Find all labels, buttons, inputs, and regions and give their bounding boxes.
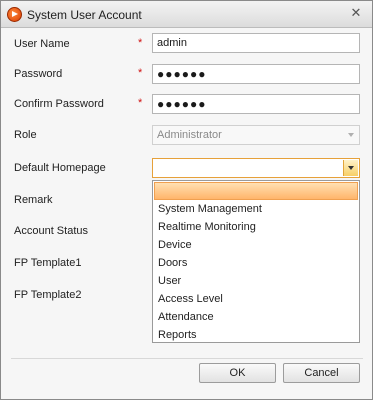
account-status-label: Account Status: [14, 225, 88, 237]
default-homepage-label: Default Homepage: [14, 162, 106, 174]
user-name-label: User Name: [14, 38, 70, 50]
user-name-required-mark: *: [138, 37, 143, 49]
chevron-down-icon: [348, 133, 354, 137]
dropdown-arrow-icon[interactable]: [343, 160, 358, 176]
remark-label: Remark: [14, 194, 53, 206]
dropdown-option-access-level[interactable]: Access Level: [154, 290, 358, 308]
confirm-password-label: Confirm Password: [14, 98, 104, 110]
footer-divider: [11, 358, 363, 359]
dropdown-option-reports[interactable]: Reports: [154, 326, 358, 344]
role-value: Administrator: [157, 129, 222, 141]
app-play-icon: [7, 7, 22, 22]
homepage-dropdown-list: System Management Realtime Monitoring De…: [152, 180, 360, 343]
dropdown-option-empty[interactable]: [154, 182, 358, 200]
fp-template1-label: FP Template1: [14, 257, 82, 269]
close-icon[interactable]: ✕: [348, 5, 364, 21]
password-input[interactable]: ●●●●●●: [152, 64, 360, 84]
role-select: Administrator: [152, 125, 360, 145]
dropdown-option-attendance[interactable]: Attendance: [154, 308, 358, 326]
dropdown-option-realtime-monitoring[interactable]: Realtime Monitoring: [154, 218, 358, 236]
dropdown-option-device[interactable]: Device: [154, 236, 358, 254]
password-label: Password: [14, 68, 63, 80]
ok-button[interactable]: OK: [199, 363, 276, 383]
default-homepage-select[interactable]: [152, 158, 360, 178]
confirm-password-input[interactable]: ●●●●●●: [152, 94, 360, 114]
fp-template2-label: FP Template2: [14, 289, 82, 301]
role-label: Role: [14, 129, 37, 141]
user-name-input[interactable]: admin: [152, 33, 360, 53]
password-required-mark: *: [138, 67, 143, 79]
dropdown-option-user[interactable]: User: [154, 272, 358, 290]
title-bar[interactable]: System User Account ✕: [1, 1, 372, 28]
dropdown-option-doors[interactable]: Doors: [154, 254, 358, 272]
confirm-password-required-mark: *: [138, 97, 143, 109]
system-user-account-dialog: System User Account ✕ User Name * admin …: [0, 0, 373, 400]
cancel-button[interactable]: Cancel: [283, 363, 360, 383]
window-title: System User Account: [27, 8, 142, 22]
dropdown-option-system-management[interactable]: System Management: [154, 200, 358, 218]
